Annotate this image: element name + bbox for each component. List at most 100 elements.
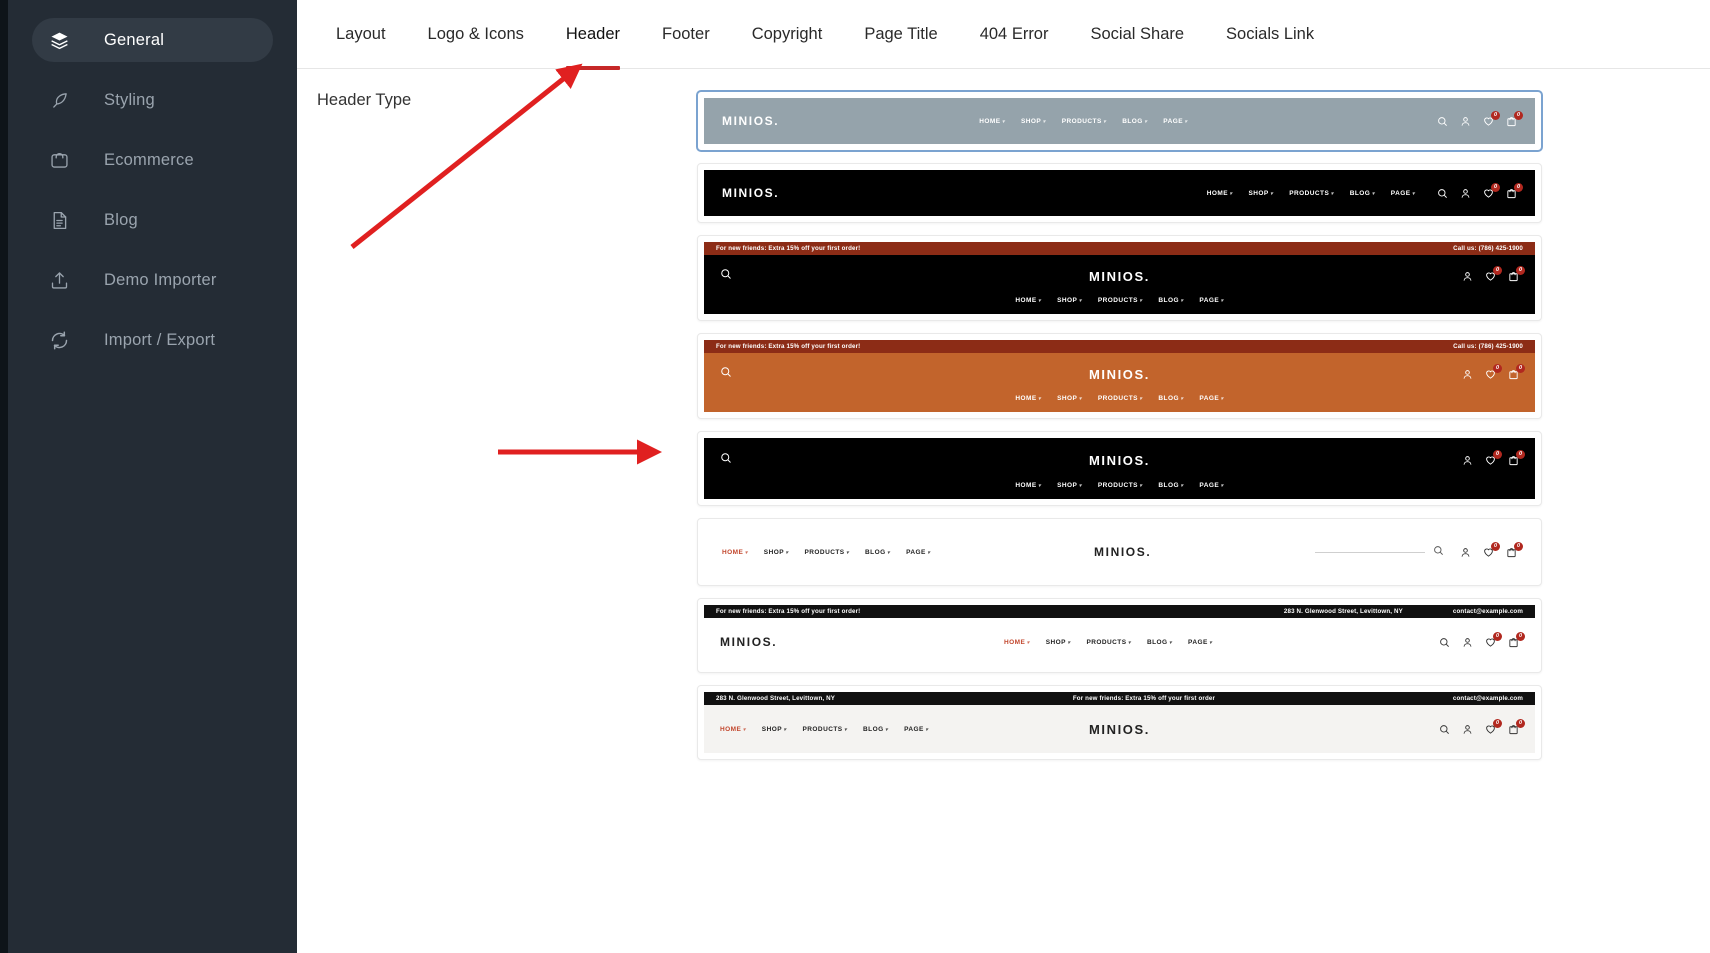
tab-socials-link[interactable]: Socials Link — [1205, 0, 1335, 68]
search-icon[interactable] — [720, 365, 732, 383]
tab-label: Socials Link — [1226, 25, 1314, 44]
nav-item[interactable]: SHOP▾ — [1248, 190, 1273, 197]
sidebar-item-blog[interactable]: Blog — [32, 198, 273, 242]
nav-item[interactable]: SHOP▾ — [1057, 482, 1082, 489]
nav-item[interactable]: PAGE▾ — [1199, 395, 1223, 402]
user-icon[interactable] — [1460, 116, 1471, 127]
promo-offer: For new friends: Extra 15% off your firs… — [716, 343, 860, 350]
nav-item[interactable]: BLOG▾ — [865, 549, 890, 556]
header-type-option-6[interactable]: HOME▾ SHOP▾ PRODUCTS▾ BLOG▾ PAGE▾ MINIOS… — [697, 518, 1542, 586]
sidebar-item-styling[interactable]: Styling — [32, 78, 273, 122]
nav-item[interactable]: HOME▾ — [1015, 395, 1041, 402]
tab-404-error[interactable]: 404 Error — [959, 0, 1070, 68]
cart-icon[interactable]: 0 — [1506, 547, 1517, 558]
header-type-option-7[interactable]: For new friends: Extra 15% off your firs… — [697, 598, 1542, 673]
cart-icon[interactable]: 0 — [1508, 455, 1519, 466]
tab-header[interactable]: Header — [545, 0, 641, 68]
wishlist-icon[interactable]: 0 — [1485, 637, 1496, 648]
user-icon[interactable] — [1462, 271, 1473, 282]
nav-item[interactable]: PRODUCTS▾ — [1289, 190, 1334, 197]
cart-icon[interactable]: 0 — [1508, 271, 1519, 282]
nav-item[interactable]: HOME▾ — [1004, 639, 1030, 646]
header-type-option-8[interactable]: 283 N. Glenwood Street, Levittown, NY Fo… — [697, 685, 1542, 760]
header-type-option-5[interactable]: MINIOS. 0 0 HOME▾ SHOP▾ PRODUCTS — [697, 431, 1542, 506]
sidebar-item-demo-importer[interactable]: Demo Importer — [32, 258, 273, 302]
nav-item[interactable]: BLOG▾ — [863, 726, 888, 733]
search-icon[interactable] — [1439, 637, 1450, 648]
header-type-option-3[interactable]: For new friends: Extra 15% off your firs… — [697, 235, 1542, 321]
nav-item[interactable]: SHOP▾ — [1057, 395, 1082, 402]
nav-item[interactable]: PAGE▾ — [1188, 639, 1212, 646]
user-icon[interactable] — [1462, 455, 1473, 466]
user-icon[interactable] — [1460, 547, 1471, 558]
nav-item[interactable]: SHOP▾ — [1046, 639, 1071, 646]
nav-item[interactable]: PRODUCTS▾ — [1086, 639, 1131, 646]
search-input-underline[interactable] — [1315, 552, 1425, 553]
tab-logo-icons[interactable]: Logo & Icons — [407, 0, 545, 68]
nav-item[interactable]: PRODUCTS▾ — [1062, 118, 1107, 125]
nav-item[interactable]: BLOG▾ — [1158, 395, 1183, 402]
nav-item[interactable]: BLOG▾ — [1122, 118, 1147, 125]
cart-icon[interactable]: 0 — [1508, 369, 1519, 380]
user-icon[interactable] — [1462, 724, 1473, 735]
search-icon[interactable] — [1433, 543, 1444, 561]
nav-item[interactable]: PRODUCTS▾ — [802, 726, 847, 733]
nav-item[interactable]: HOME▾ — [1207, 190, 1233, 197]
nav-item[interactable]: HOME▾ — [720, 726, 746, 733]
nav-item[interactable]: PAGE▾ — [904, 726, 928, 733]
cart-icon[interactable]: 0 — [1508, 724, 1519, 735]
nav-item[interactable]: PAGE▾ — [1199, 482, 1223, 489]
cart-icon[interactable]: 0 — [1506, 116, 1517, 127]
tab-footer[interactable]: Footer — [641, 0, 731, 68]
nav-item[interactable]: HOME▾ — [1015, 297, 1041, 304]
nav-item[interactable]: PAGE▾ — [1391, 190, 1415, 197]
header-type-option-1[interactable]: MINIOS. HOME▾ SHOP▾ PRODUCTS▾ BLOG▾ PAGE… — [697, 91, 1542, 151]
nav-item[interactable]: PAGE▾ — [1163, 118, 1187, 125]
user-icon[interactable] — [1462, 637, 1473, 648]
search-icon[interactable] — [1437, 188, 1448, 199]
tab-social-share[interactable]: Social Share — [1069, 0, 1205, 68]
tab-layout[interactable]: Layout — [315, 0, 407, 68]
cart-icon[interactable]: 0 — [1508, 637, 1519, 648]
wishlist-icon[interactable]: 0 — [1485, 724, 1496, 735]
nav-item[interactable]: SHOP▾ — [1021, 118, 1046, 125]
wishlist-icon[interactable]: 0 — [1483, 188, 1494, 199]
nav-item[interactable]: PRODUCTS▾ — [1098, 395, 1143, 402]
search-icon[interactable] — [1439, 724, 1450, 735]
nav-item[interactable]: BLOG▾ — [1158, 297, 1183, 304]
nav-item[interactable]: BLOG▾ — [1158, 482, 1183, 489]
nav-item[interactable]: PRODUCTS▾ — [1098, 482, 1143, 489]
user-icon[interactable] — [1460, 188, 1471, 199]
nav-item[interactable]: HOME▾ — [1015, 482, 1041, 489]
sidebar-item-ecommerce[interactable]: Ecommerce — [32, 138, 273, 182]
nav-item[interactable]: HOME▾ — [722, 549, 748, 556]
header-type-option-4[interactable]: For new friends: Extra 15% off your firs… — [697, 333, 1542, 419]
wishlist-icon[interactable]: 0 — [1485, 271, 1496, 282]
nav-item[interactable]: PAGE▾ — [906, 549, 930, 556]
nav-item[interactable]: HOME▾ — [979, 118, 1005, 125]
wishlist-icon[interactable]: 0 — [1485, 369, 1496, 380]
search-icon[interactable] — [720, 267, 732, 285]
cart-icon[interactable]: 0 — [1506, 188, 1517, 199]
wishlist-icon[interactable]: 0 — [1483, 116, 1494, 127]
nav-item[interactable]: PAGE▾ — [1199, 297, 1223, 304]
nav-item[interactable]: SHOP▾ — [1057, 297, 1082, 304]
tab-page-title[interactable]: Page Title — [843, 0, 958, 68]
nav-item[interactable]: BLOG▾ — [1147, 639, 1172, 646]
wishlist-icon[interactable]: 0 — [1485, 455, 1496, 466]
tab-label: Header — [566, 25, 620, 44]
nav-item[interactable]: PRODUCTS▾ — [1098, 297, 1143, 304]
sidebar-item-general[interactable]: General — [32, 18, 273, 62]
nav-item[interactable]: PRODUCTS▾ — [804, 549, 849, 556]
tab-copyright[interactable]: Copyright — [731, 0, 844, 68]
search-icon[interactable] — [1437, 116, 1448, 127]
header-type-option-2[interactable]: MINIOS. HOME▾ SHOP▾ PRODUCTS▾ BLOG▾ PAGE… — [697, 163, 1542, 223]
nav-item[interactable]: SHOP▾ — [762, 726, 787, 733]
sidebar-item-import-export[interactable]: Import / Export — [32, 318, 273, 362]
nav-item[interactable]: BLOG▾ — [1350, 190, 1375, 197]
search-icon[interactable] — [720, 451, 732, 469]
preview-search-field[interactable] — [1315, 543, 1444, 561]
wishlist-icon[interactable]: 0 — [1483, 547, 1494, 558]
user-icon[interactable] — [1462, 369, 1473, 380]
nav-item[interactable]: SHOP▾ — [764, 549, 789, 556]
